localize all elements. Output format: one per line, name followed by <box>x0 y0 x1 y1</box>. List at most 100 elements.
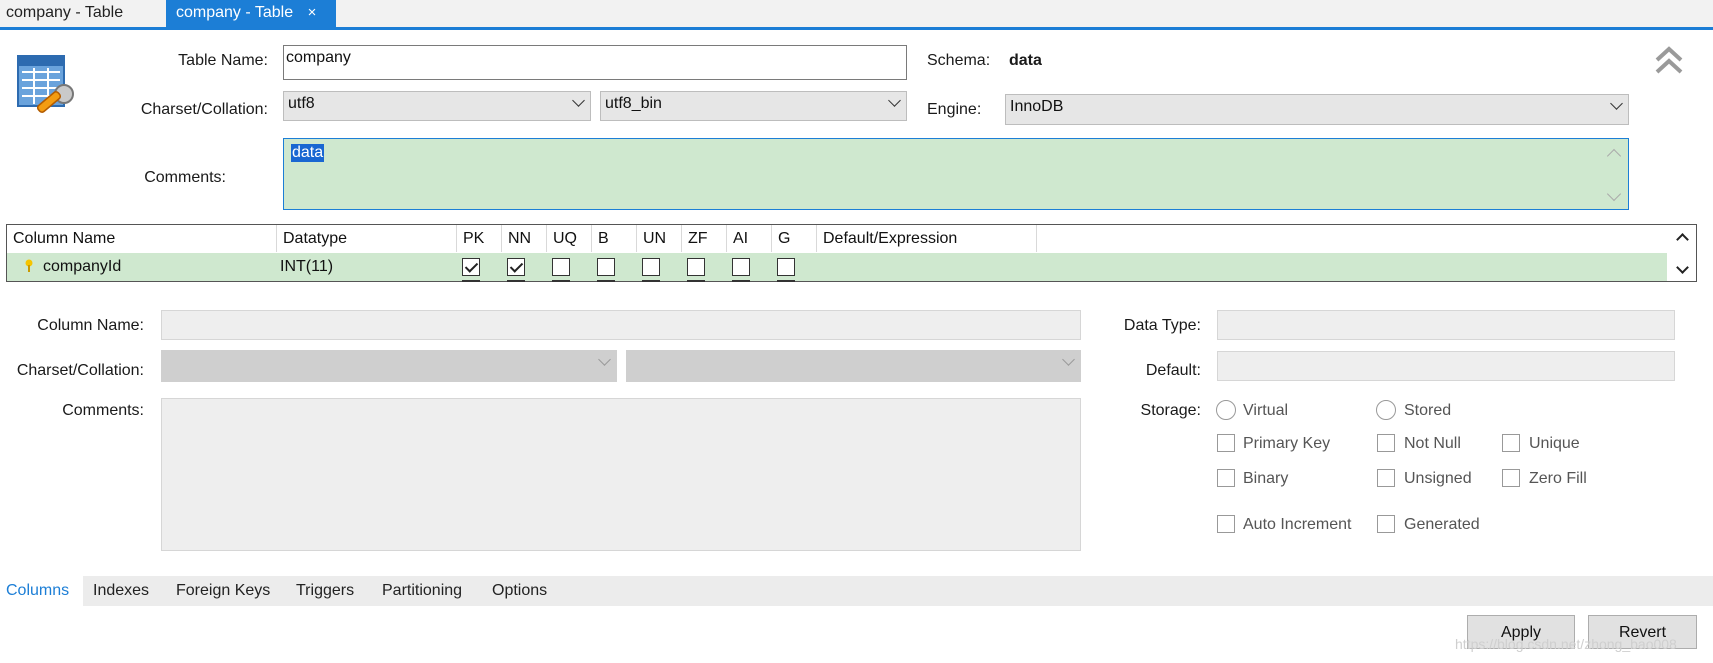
primary-key-icon <box>25 259 33 273</box>
virtual-radio[interactable] <box>1216 400 1236 420</box>
tab-bar-accent-line <box>0 27 1713 30</box>
column-name-label: Column Name: <box>37 317 144 334</box>
chevron-down-icon <box>598 353 611 366</box>
chevron-down-icon <box>1062 353 1075 366</box>
column-comments-textarea[interactable] <box>161 398 1081 551</box>
cell-column-name[interactable]: companyId <box>43 253 121 281</box>
data-type-label: Data Type: <box>1123 317 1201 334</box>
grid-scroll-down-icon[interactable] <box>1676 261 1689 274</box>
unsigned-checkbox[interactable] <box>1377 469 1395 487</box>
charset-select[interactable]: utf8 <box>283 91 591 121</box>
chevron-down-icon <box>888 94 901 107</box>
charset-value: utf8 <box>288 95 315 112</box>
column-charset-select[interactable] <box>161 350 617 382</box>
data-type-input[interactable] <box>1217 310 1675 340</box>
tab-company-table-inactive[interactable]: company - Table <box>0 0 150 27</box>
not-null-label: Not Null <box>1404 435 1461 452</box>
header-b[interactable]: B <box>592 225 637 252</box>
close-icon[interactable]: × <box>308 4 317 21</box>
row-divider <box>687 280 705 282</box>
collation-value: utf8_bin <box>605 95 662 112</box>
primary-key-label: Primary Key <box>1243 435 1331 452</box>
default-label: Default: <box>1145 362 1201 379</box>
tab-label: company - Table <box>6 4 124 21</box>
header-nn[interactable]: NN <box>502 225 547 252</box>
chevron-down-icon <box>572 94 585 107</box>
engine-select[interactable]: InnoDB <box>1005 94 1629 125</box>
header-un[interactable]: UN <box>637 225 682 252</box>
table-name-value: company <box>286 49 351 66</box>
column-name-input[interactable] <box>161 310 1081 340</box>
tab-indexes[interactable]: Indexes <box>87 576 155 606</box>
generated-label: Generated <box>1404 516 1480 533</box>
table-row[interactable]: companyId INT(11) <box>7 253 1667 282</box>
row-divider <box>597 280 615 282</box>
zf-checkbox[interactable] <box>687 258 705 276</box>
row-divider <box>507 280 525 282</box>
header-g[interactable]: G <box>772 225 817 252</box>
b-checkbox[interactable] <box>597 258 615 276</box>
cell-datatype[interactable]: INT(11) <box>280 253 333 281</box>
nn-checkbox[interactable] <box>507 258 525 276</box>
un-checkbox[interactable] <box>642 258 660 276</box>
tab-company-table-active[interactable]: company - Table × <box>166 0 336 27</box>
zero-fill-label: Zero Fill <box>1529 470 1587 487</box>
scroll-up-icon[interactable] <box>1606 148 1622 164</box>
collation-select[interactable]: utf8_bin <box>600 91 907 121</box>
row-divider <box>642 280 660 282</box>
default-input[interactable] <box>1217 351 1675 381</box>
engine-value: InnoDB <box>1010 98 1064 115</box>
tab-triggers[interactable]: Triggers <box>290 576 360 606</box>
grid-header: Column Name Datatype PK NN UQ B UN ZF AI… <box>7 225 1696 252</box>
row-divider <box>732 280 750 282</box>
row-divider <box>552 280 570 282</box>
table-name-input[interactable]: company <box>283 45 907 80</box>
header-pk[interactable]: PK <box>457 225 502 252</box>
unique-label: Unique <box>1529 435 1580 452</box>
header-datatype[interactable]: Datatype <box>277 225 457 252</box>
unique-checkbox[interactable] <box>1502 434 1520 452</box>
schema-label: Schema: <box>927 52 991 69</box>
header-ai[interactable]: AI <box>727 225 772 252</box>
g-checkbox[interactable] <box>777 258 795 276</box>
binary-label: Binary <box>1243 470 1289 487</box>
tab-partitioning[interactable]: Partitioning <box>376 576 468 606</box>
tab-options[interactable]: Options <box>486 576 553 606</box>
header-default-expression[interactable]: Default/Expression <box>817 225 1037 252</box>
stored-label: Stored <box>1404 402 1452 419</box>
schema-value: data <box>1009 52 1042 69</box>
zero-fill-checkbox[interactable] <box>1502 469 1520 487</box>
engine-label: Engine: <box>927 101 982 118</box>
stored-radio[interactable] <box>1376 400 1396 420</box>
table-editor-icon <box>16 54 78 116</box>
collapse-chevrons-icon[interactable] <box>1654 44 1684 78</box>
tab-columns[interactable]: Columns <box>0 576 83 606</box>
header-column-name[interactable]: Column Name <box>7 225 277 252</box>
not-null-checkbox[interactable] <box>1377 434 1395 452</box>
uq-checkbox[interactable] <box>552 258 570 276</box>
primary-key-checkbox[interactable] <box>1217 434 1235 452</box>
comments-selected-text: data <box>291 144 325 162</box>
column-charset-label: Charset/Collation: <box>16 362 144 379</box>
storage-label: Storage: <box>1140 402 1201 419</box>
scroll-down-icon[interactable] <box>1606 186 1622 202</box>
comments-label: Comments: <box>144 169 226 186</box>
ai-checkbox[interactable] <box>732 258 750 276</box>
pk-checkbox[interactable] <box>462 258 480 276</box>
row-divider <box>777 280 795 282</box>
row-divider <box>462 280 480 282</box>
virtual-label: Virtual <box>1243 402 1289 419</box>
generated-checkbox[interactable] <box>1377 515 1395 533</box>
columns-grid: Column Name Datatype PK NN UQ B UN ZF AI… <box>6 224 1697 282</box>
table-name-label: Table Name: <box>178 52 268 69</box>
header-uq[interactable]: UQ <box>547 225 592 252</box>
chevron-down-icon <box>1610 97 1623 110</box>
tab-foreign-keys[interactable]: Foreign Keys <box>170 576 276 606</box>
table-comments-textarea[interactable]: data <box>283 138 1629 210</box>
header-zf[interactable]: ZF <box>682 225 727 252</box>
binary-checkbox[interactable] <box>1217 469 1235 487</box>
auto-increment-checkbox[interactable] <box>1217 515 1235 533</box>
column-comments-label: Comments: <box>62 402 144 419</box>
watermark-text: https://blog.csdn.net/zhong_bao008 <box>1455 636 1677 652</box>
column-collation-select[interactable] <box>626 350 1081 382</box>
